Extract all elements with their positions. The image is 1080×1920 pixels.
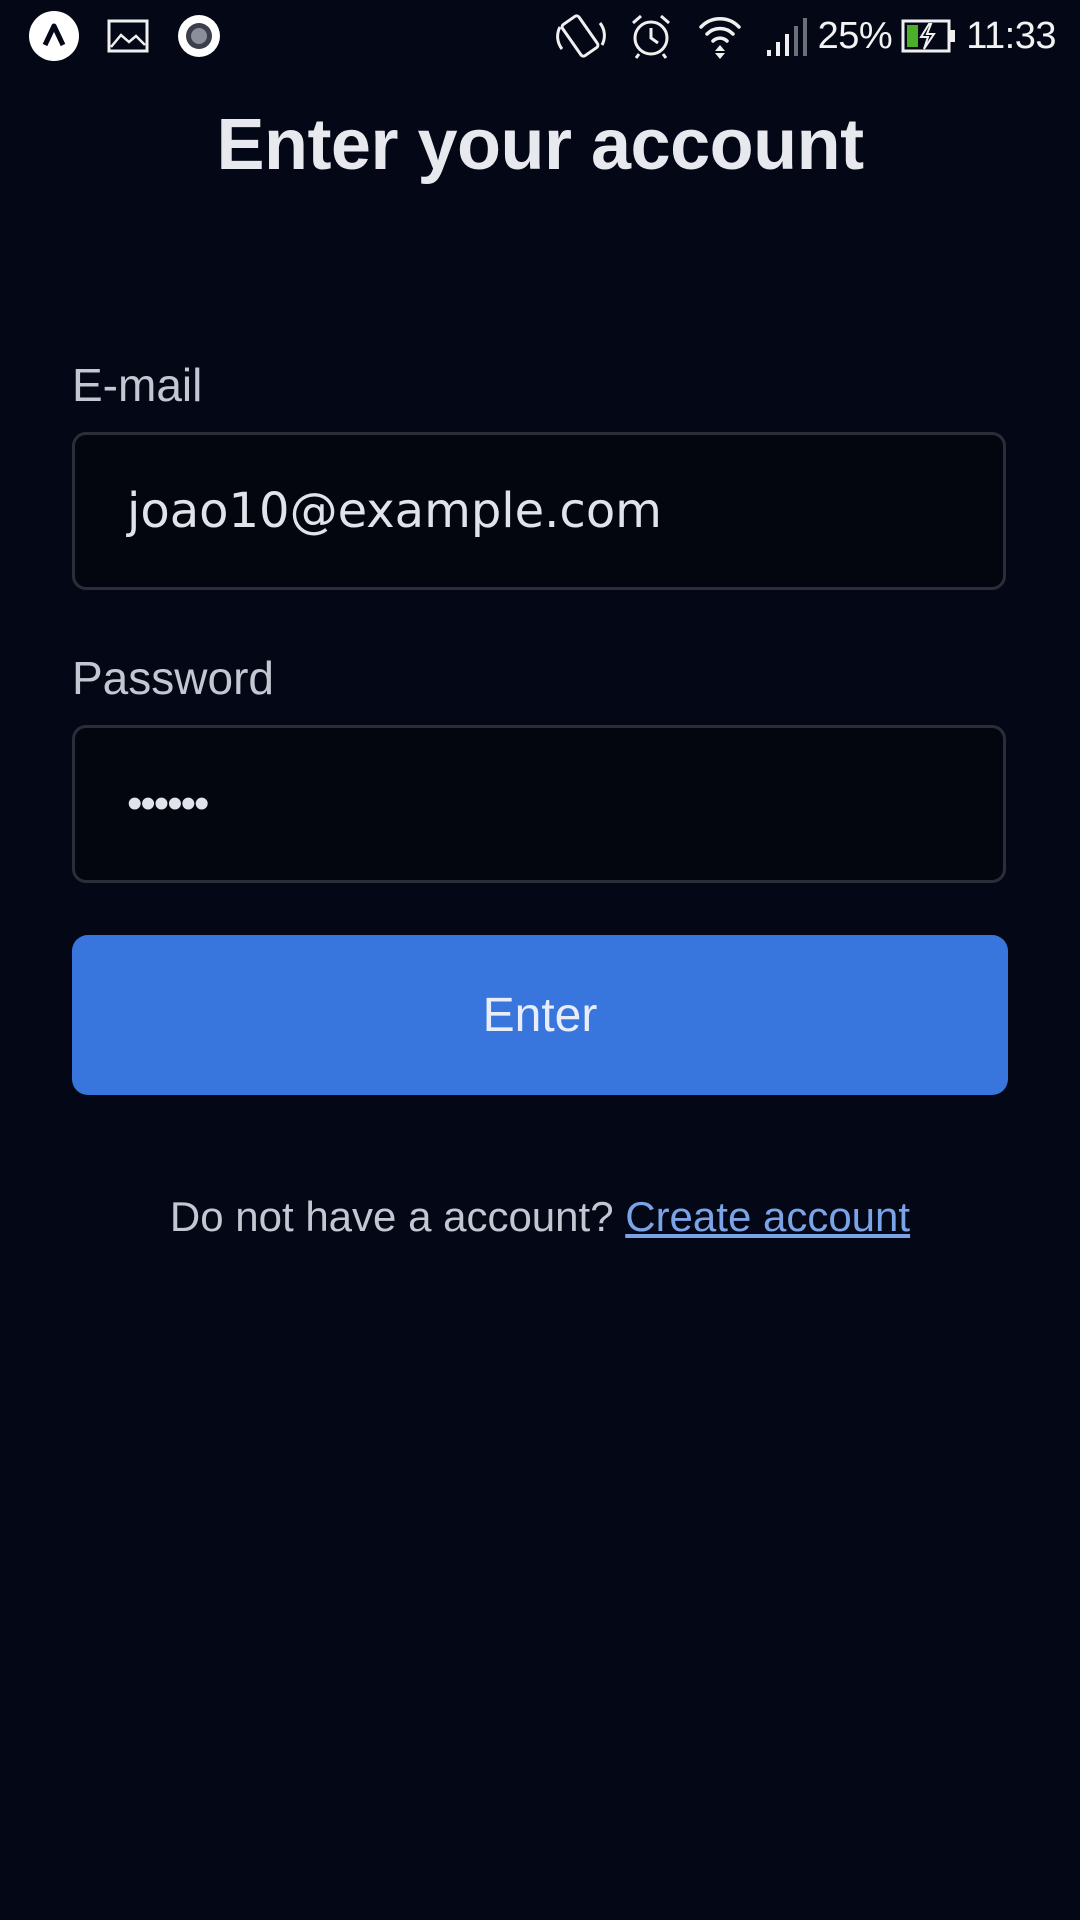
gallery-icon bbox=[106, 10, 150, 62]
record-icon bbox=[176, 10, 222, 62]
signal-icon bbox=[764, 10, 808, 62]
status-bar-left bbox=[28, 10, 222, 62]
status-bar-right: 25% 11:33 bbox=[555, 10, 1056, 62]
password-field[interactable]: •••••• bbox=[72, 725, 1006, 883]
battery-percent: 25% bbox=[817, 14, 893, 57]
app-launcher-icon bbox=[28, 10, 80, 62]
password-label: Password bbox=[72, 652, 274, 704]
page-title: Enter your account bbox=[216, 105, 864, 185]
create-account-prompt: Do not have a account? Create account bbox=[0, 1193, 1080, 1241]
wifi-icon bbox=[696, 10, 744, 62]
alarm-icon bbox=[628, 10, 674, 62]
battery-charging-icon bbox=[900, 10, 958, 62]
no-account-text: Do not have a account? bbox=[169, 1193, 614, 1240]
enter-button-label: Enter bbox=[482, 988, 598, 1042]
password-value: •••••• bbox=[127, 779, 209, 828]
clock-time: 11:33 bbox=[966, 14, 1056, 57]
create-account-link[interactable]: Create account bbox=[625, 1193, 910, 1240]
enter-button[interactable]: Enter bbox=[72, 935, 1008, 1095]
email-field[interactable]: joao10@example.com bbox=[72, 432, 1006, 590]
email-label: E-mail bbox=[72, 359, 203, 411]
rotate-icon bbox=[555, 10, 606, 62]
status-bar: 25% 11:33 bbox=[0, 0, 1080, 72]
email-value: joao10@example.com bbox=[127, 483, 662, 539]
